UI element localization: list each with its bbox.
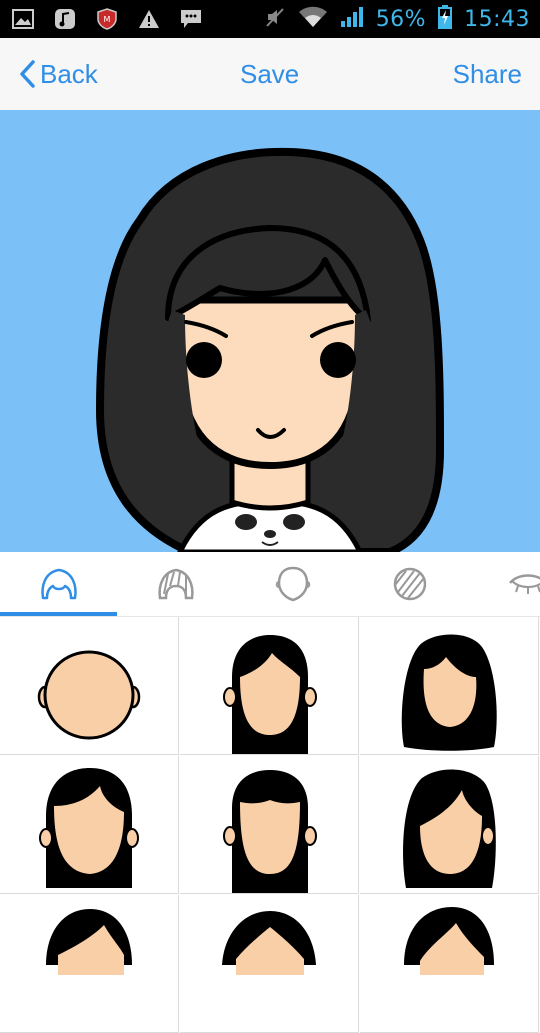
hairstyle-option-short-side-part[interactable] [0,895,179,1033]
selected-tab-indicator [0,612,117,616]
avatar-left-eye [186,342,222,378]
eyes-icon [508,569,540,599]
side-swept-bob-thumbnail [403,769,496,888]
antivirus-icon: M [94,6,120,32]
tab-hair-texture[interactable] [117,552,234,616]
system-indicators: 56% 15:43 [264,0,530,38]
chevron-left-icon [18,59,36,89]
signal-icon [340,6,364,32]
tab-face-shape[interactable] [234,552,351,616]
hairstyle-option-shoulder-side-swept[interactable] [0,756,179,894]
hairstyle-option-bald[interactable] [0,617,179,755]
wifi-icon [298,6,328,32]
hair-pattern-icon [390,566,430,602]
battery-percentage: 56% [375,6,427,32]
long-straight-thumbnail [223,635,317,754]
hairstyle-option-center-part[interactable] [180,895,359,1033]
notification-icons: M [10,6,204,32]
back-button[interactable]: Back [18,38,98,110]
status-bar: M 56% 15:43 [0,0,540,38]
long-wavy-thumbnail [401,634,497,751]
short-side-part-thumbnail [46,909,132,975]
message-icon [178,6,204,32]
back-label: Back [40,58,98,89]
hair-texture-icon [156,566,196,602]
hairstyle-option-long-wavy[interactable] [360,617,539,755]
tab-eyes[interactable] [468,552,540,616]
hairstyle-option-long-bangs[interactable] [180,756,359,894]
svg-text:M: M [104,15,111,24]
hairstyle-option-side-swept-bob[interactable] [360,756,539,894]
avatar-preview [0,110,540,552]
bald-thumbnail [37,650,141,740]
tab-hairstyle[interactable] [0,552,117,616]
hairstyle-option-long-straight[interactable] [180,617,359,755]
shoulder-side-swept-thumbnail [39,768,139,888]
face-shape-icon [273,565,313,603]
action-bar: Back Save Share [0,38,540,111]
category-tabs [0,552,540,617]
tab-hair-pattern[interactable] [351,552,468,616]
mute-icon [264,6,286,32]
hairstyle-option-side-part-volume[interactable] [360,895,539,1033]
hairstyle-grid [0,617,540,1033]
share-button[interactable]: Share [453,38,522,110]
avatar-right-eye [320,342,356,378]
gallery-icon [10,6,36,32]
battery-charging-icon [438,5,453,33]
clock: 15:43 [464,6,530,32]
side-part-volume-thumbnail [404,907,494,975]
avatar-illustration [96,147,444,552]
warning-icon [136,6,162,32]
center-part-thumbnail [222,911,316,975]
hairstyle-icon [39,566,79,602]
save-button[interactable]: Save [240,38,299,110]
long-bangs-thumbnail [223,770,317,893]
music-icon [52,6,78,32]
